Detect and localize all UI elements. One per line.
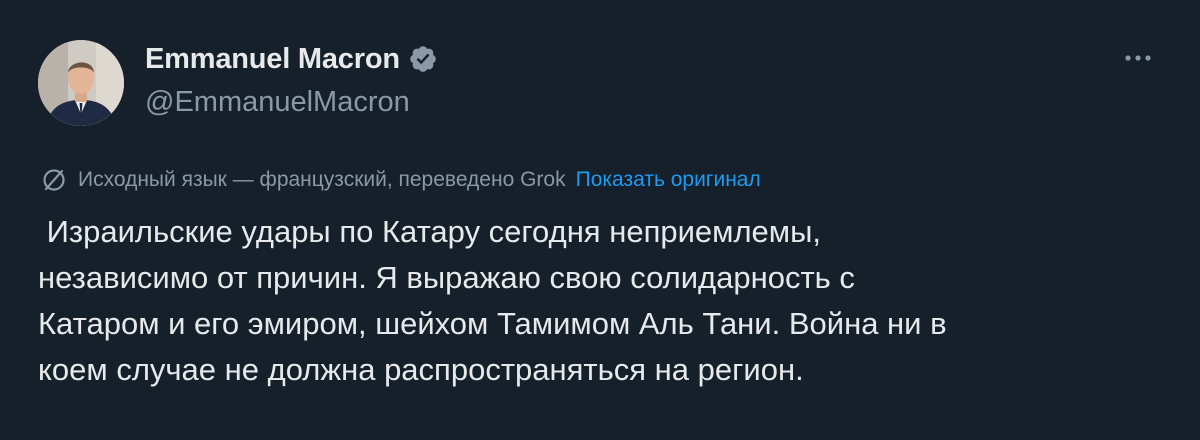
author-name-row: Emmanuel Macron	[145, 41, 438, 77]
author-handle[interactable]: @EmmanuelMacron	[145, 86, 410, 119]
tweet-card: Emmanuel Macron @EmmanuelMacron Исходный…	[0, 0, 1200, 440]
translation-note: Исходный язык — французский, переведено …	[78, 168, 566, 191]
more-options-icon	[1125, 55, 1151, 61]
avatar[interactable]	[38, 40, 124, 126]
more-options-button[interactable]	[1116, 44, 1160, 72]
author-display-name[interactable]: Emmanuel Macron	[145, 43, 400, 76]
tweet-text: Израильские удары по Катару сегодня непр…	[38, 214, 947, 387]
show-original-link[interactable]: Показать оригинал	[576, 168, 761, 192]
verified-badge-icon	[408, 44, 438, 74]
globe-translate-icon	[40, 166, 68, 194]
avatar-image	[38, 40, 124, 126]
translation-info: Исходный язык — французский, переведено …	[38, 164, 761, 196]
